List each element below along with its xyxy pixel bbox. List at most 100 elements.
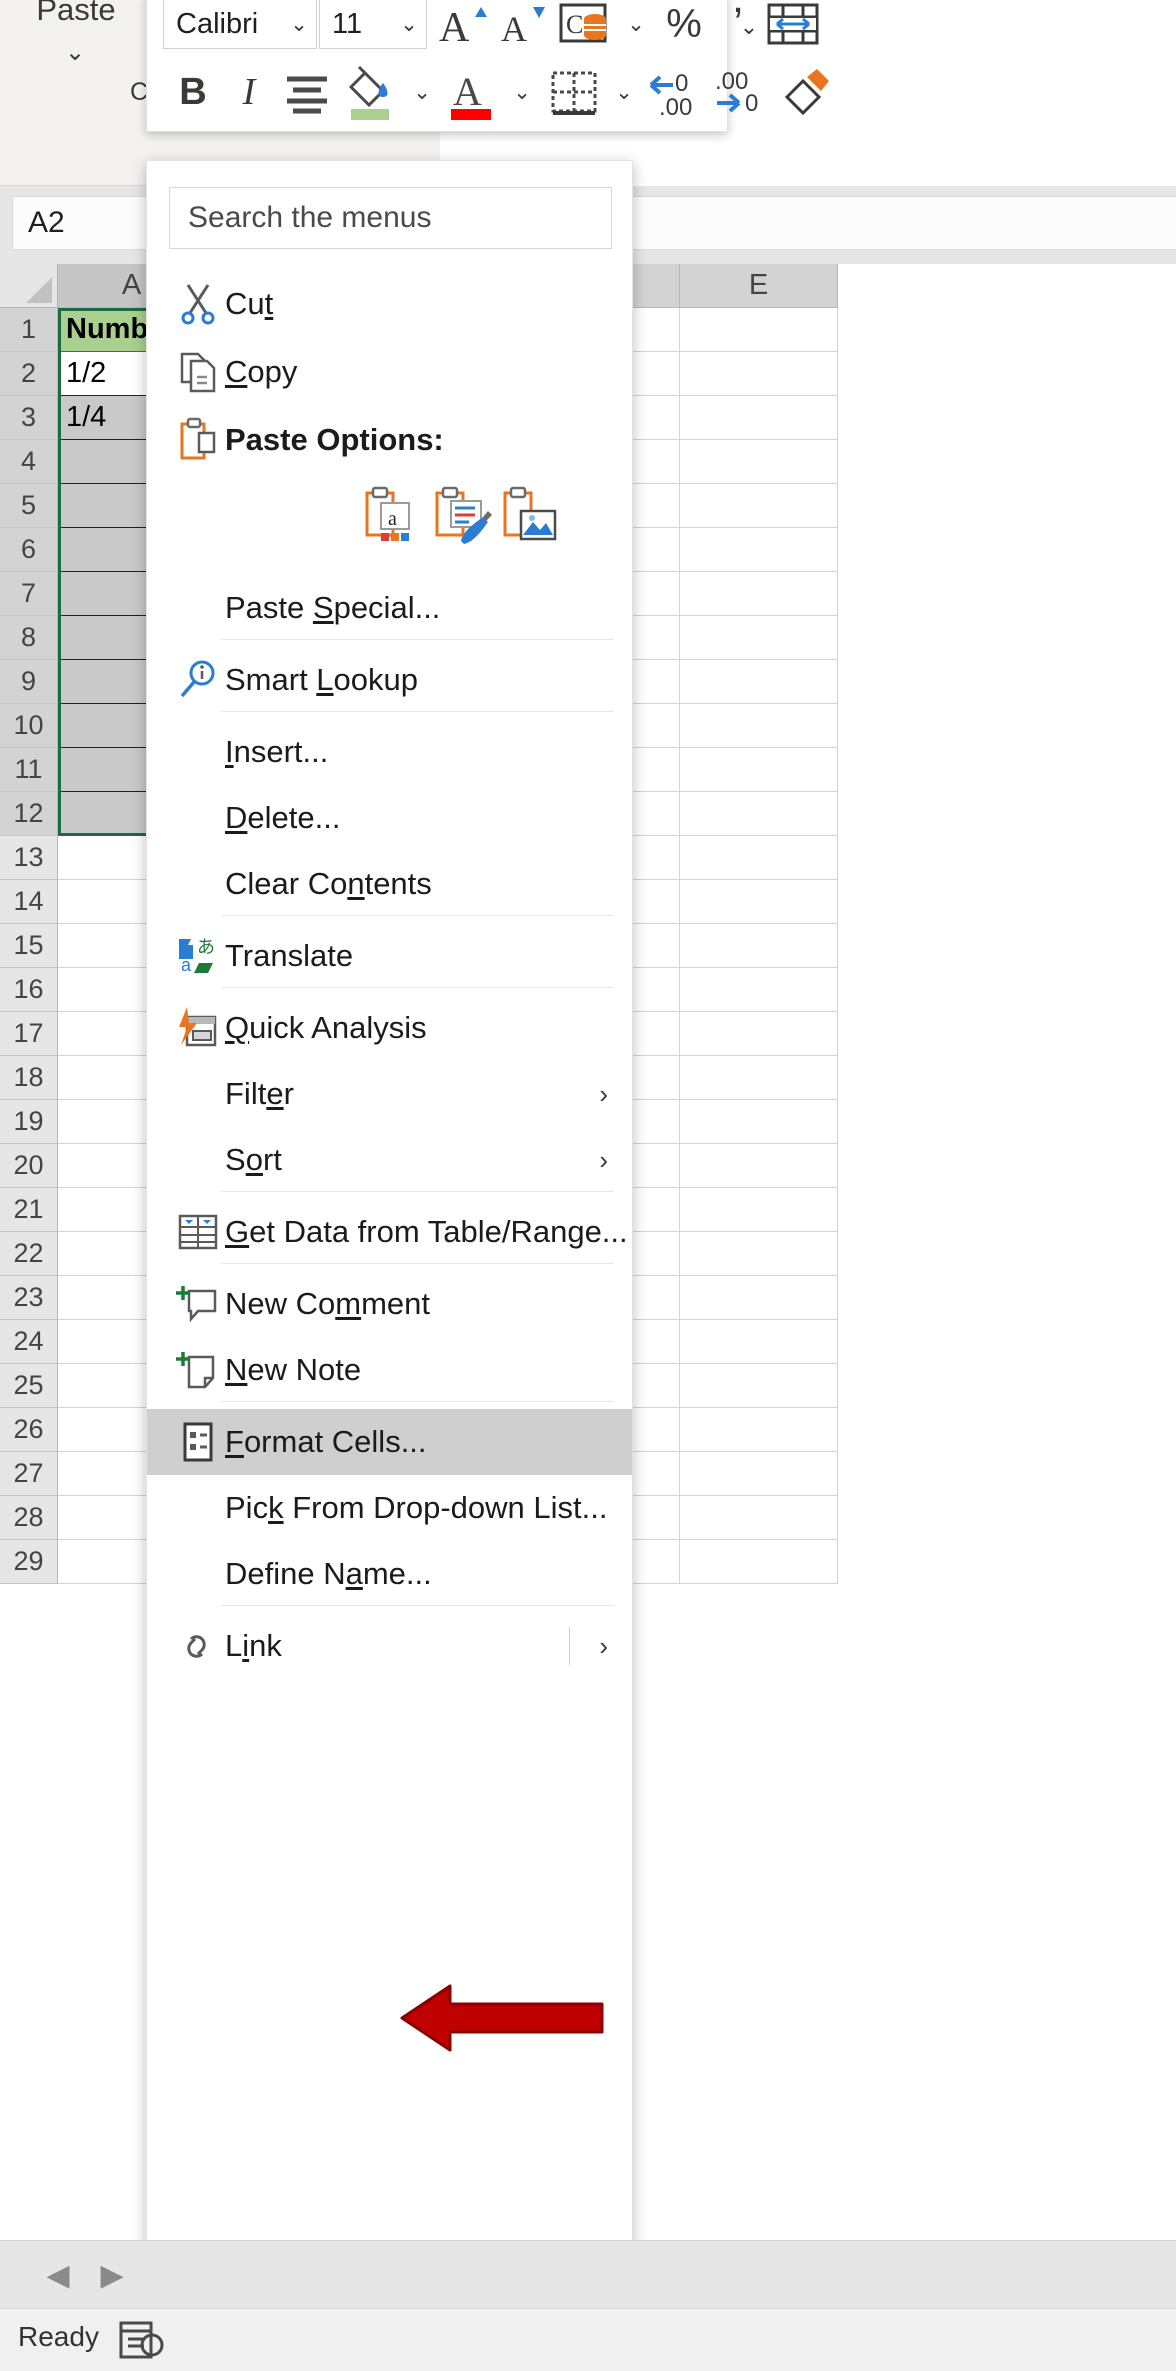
borders-icon[interactable] — [543, 63, 605, 121]
row-header-8[interactable]: 8 — [0, 616, 58, 660]
cell-E15[interactable] — [680, 924, 838, 968]
menu-item-get-data-from-table-range[interactable]: Get Data from Table/Range... — [147, 1199, 632, 1265]
cell-E21[interactable] — [680, 1188, 838, 1232]
menu-item-define-name[interactable]: Define Name... — [147, 1541, 632, 1607]
merge-and-center-icon[interactable] — [763, 0, 823, 53]
row-header-13[interactable]: 13 — [0, 836, 58, 880]
cell-E6[interactable] — [680, 528, 838, 572]
cell-E14[interactable] — [680, 880, 838, 924]
italic-icon[interactable]: I — [223, 63, 275, 121]
row-header-11[interactable]: 11 — [0, 748, 58, 792]
cell-E25[interactable] — [680, 1364, 838, 1408]
menu-item-smart-lookup[interactable]: Smart Lookup — [147, 647, 632, 713]
fill-color-chevron-icon[interactable]: ⌄ — [403, 63, 441, 121]
accounting-number-format-icon[interactable]: C — [555, 0, 615, 53]
cell-E29[interactable] — [680, 1540, 838, 1584]
menu-item-translate[interactable]: aあTranslate — [147, 923, 632, 989]
percent-style-icon[interactable]: % — [657, 0, 711, 53]
previous-sheet-icon[interactable]: ◀ — [36, 2257, 80, 2293]
cell-E8[interactable] — [680, 616, 838, 660]
paste-picture-icon[interactable] — [499, 485, 561, 547]
cell-E17[interactable] — [680, 1012, 838, 1056]
menu-item-filter[interactable]: Filter› — [147, 1061, 632, 1127]
cell-E3[interactable] — [680, 396, 838, 440]
row-header-21[interactable]: 21 — [0, 1188, 58, 1232]
row-header-19[interactable]: 19 — [0, 1100, 58, 1144]
cell-E11[interactable] — [680, 748, 838, 792]
center-align-icon[interactable] — [279, 63, 335, 121]
row-header-22[interactable]: 22 — [0, 1232, 58, 1276]
submenu-arrow-icon[interactable]: › — [599, 1079, 608, 1110]
menu-item-link[interactable]: Link› — [147, 1613, 632, 1679]
row-header-20[interactable]: 20 — [0, 1144, 58, 1188]
mini-toolbar-overflow-chevron-icon[interactable]: ⌄ — [735, 14, 763, 48]
row-header-10[interactable]: 10 — [0, 704, 58, 748]
formula-input[interactable]: 1/2 — [540, 196, 1176, 250]
paste-values-icon[interactable]: a — [361, 485, 423, 547]
row-header-4[interactable]: 4 — [0, 440, 58, 484]
submenu-arrow-icon[interactable]: › — [599, 1631, 608, 1662]
cell-E28[interactable] — [680, 1496, 838, 1540]
search-menus-input[interactable]: Search the menus — [169, 187, 612, 249]
menu-item-delete[interactable]: Delete... — [147, 785, 632, 851]
fill-color-icon[interactable] — [339, 63, 401, 121]
font-size-combobox[interactable]: 11 ⌄ — [319, 0, 427, 49]
row-header-23[interactable]: 23 — [0, 1276, 58, 1320]
submenu-arrow-icon[interactable]: › — [599, 1145, 608, 1176]
shrink-font-icon[interactable]: A — [495, 0, 551, 53]
cell-E16[interactable] — [680, 968, 838, 1012]
column-header-e[interactable]: E — [680, 264, 838, 308]
row-header-15[interactable]: 15 — [0, 924, 58, 968]
grow-font-icon[interactable]: A — [435, 0, 491, 53]
cell-E23[interactable] — [680, 1276, 838, 1320]
menu-item-insert[interactable]: Insert... — [147, 719, 632, 785]
row-header-16[interactable]: 16 — [0, 968, 58, 1012]
menu-item-new-note[interactable]: New Note — [147, 1337, 632, 1403]
font-name-combobox[interactable]: Calibri ⌄ — [163, 0, 317, 49]
row-header-3[interactable]: 3 — [0, 396, 58, 440]
decrease-decimal-icon[interactable]: 0 .00 — [645, 63, 709, 121]
next-sheet-icon[interactable]: ▶ — [90, 2257, 134, 2293]
row-header-9[interactable]: 9 — [0, 660, 58, 704]
row-header-28[interactable]: 28 — [0, 1496, 58, 1540]
cell-E18[interactable] — [680, 1056, 838, 1100]
menu-item-quick-analysis[interactable]: Quick Analysis — [147, 995, 632, 1061]
cell-E13[interactable] — [680, 836, 838, 880]
paste-dropdown-chevron-icon[interactable]: ⌄ — [55, 42, 95, 68]
menu-item-cut[interactable]: Cut — [147, 271, 632, 337]
row-header-29[interactable]: 29 — [0, 1540, 58, 1584]
menu-item-pick-from-drop-down-list[interactable]: Pick From Drop-down List... — [147, 1475, 632, 1541]
format-painter-icon[interactable] — [777, 63, 835, 121]
cell-E7[interactable] — [680, 572, 838, 616]
menu-item-new-comment[interactable]: New Comment — [147, 1271, 632, 1337]
cell-E4[interactable] — [680, 440, 838, 484]
row-header-7[interactable]: 7 — [0, 572, 58, 616]
cell-E27[interactable] — [680, 1452, 838, 1496]
cell-E12[interactable] — [680, 792, 838, 836]
row-header-2[interactable]: 2 — [0, 352, 58, 396]
increase-decimal-icon[interactable]: .00 0 — [711, 63, 775, 121]
cell-E5[interactable] — [680, 484, 838, 528]
borders-chevron-icon[interactable]: ⌄ — [605, 63, 643, 121]
bold-icon[interactable]: B — [167, 63, 219, 121]
select-all-button[interactable] — [0, 264, 58, 308]
row-header-17[interactable]: 17 — [0, 1012, 58, 1056]
cell-E9[interactable] — [680, 660, 838, 704]
cell-E26[interactable] — [680, 1408, 838, 1452]
font-color-icon[interactable]: A — [443, 63, 501, 121]
font-name-chevron-icon[interactable]: ⌄ — [282, 12, 316, 37]
row-header-1[interactable]: 1 — [0, 308, 58, 352]
cell-E24[interactable] — [680, 1320, 838, 1364]
paste-formatting-icon[interactable] — [431, 485, 493, 547]
font-color-chevron-icon[interactable]: ⌄ — [503, 63, 541, 121]
row-header-25[interactable]: 25 — [0, 1364, 58, 1408]
row-header-14[interactable]: 14 — [0, 880, 58, 924]
row-header-5[interactable]: 5 — [0, 484, 58, 528]
cell-E19[interactable] — [680, 1100, 838, 1144]
accessibility-icon[interactable] — [118, 2319, 164, 2361]
row-header-12[interactable]: 12 — [0, 792, 58, 836]
row-header-6[interactable]: 6 — [0, 528, 58, 572]
cell-E1[interactable] — [680, 308, 838, 352]
row-header-24[interactable]: 24 — [0, 1320, 58, 1364]
cell-E10[interactable] — [680, 704, 838, 748]
